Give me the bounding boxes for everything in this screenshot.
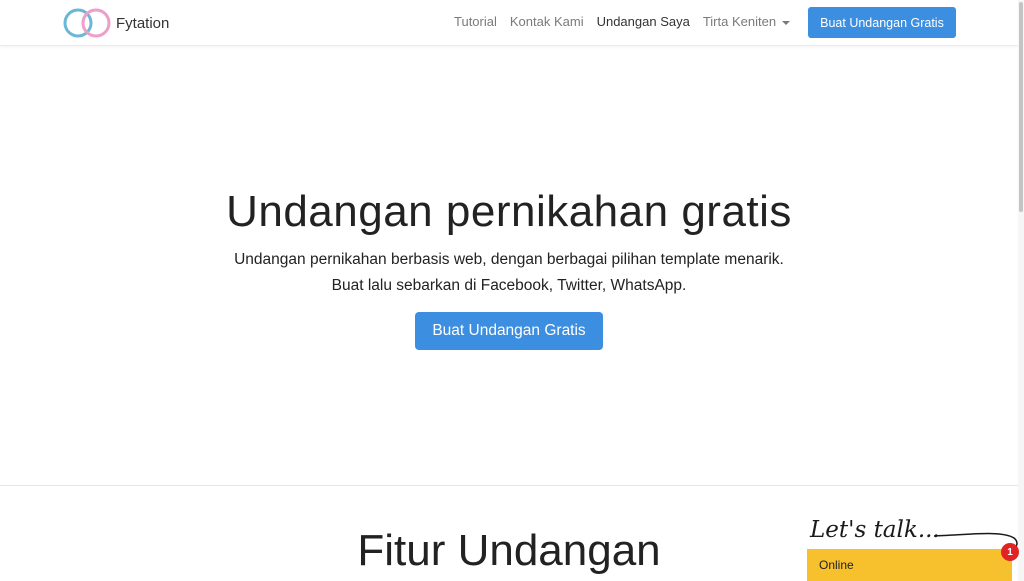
scrollbar-thumb[interactable] [1019,2,1023,212]
chat-status: Online [819,558,854,572]
navbar: Fytation Tutorial Kontak Kami Undangan S… [0,0,1018,46]
user-dropdown-toggle[interactable]: Tirta Keniten [702,14,791,29]
caret-down-icon [782,20,791,25]
hero-description-line-1: Undangan pernikahan berbasis web, dengan… [234,251,784,268]
brand-name: Fytation [116,14,170,32]
nav-links: Tutorial Kontak Kami Undangan Saya Tirta… [454,14,803,29]
chat-unread-badge: 1 [1001,543,1019,561]
user-name: Tirta Keniten [702,14,777,29]
hero-title: Undangan pernikahan gratis [226,187,792,236]
nav-create-invitation-button[interactable]: Buat Undangan Gratis [808,7,956,38]
nav-link-undangan-saya[interactable]: Undangan Saya [597,14,690,29]
nav-link-tutorial[interactable]: Tutorial [454,14,497,29]
hero-create-invitation-button[interactable]: Buat Undangan Gratis [415,312,603,350]
brand-link[interactable]: Fytation [62,7,169,39]
chat-lets-talk-heading[interactable]: Let's talk... [806,506,1020,550]
chat-script-text: Let's talk... [809,517,940,543]
hero-section: Undangan pernikahan gratis Undangan pern… [0,47,1018,485]
nav-link-kontak-kami[interactable]: Kontak Kami [510,14,584,29]
two-rings-logo-icon [62,7,114,39]
section-divider [0,485,1018,486]
scrollbar[interactable] [1018,0,1024,581]
hero-description-line-2: Buat lalu sebarkan di Facebook, Twitter,… [331,277,687,294]
chat-online-bar[interactable]: Online [807,549,1012,581]
